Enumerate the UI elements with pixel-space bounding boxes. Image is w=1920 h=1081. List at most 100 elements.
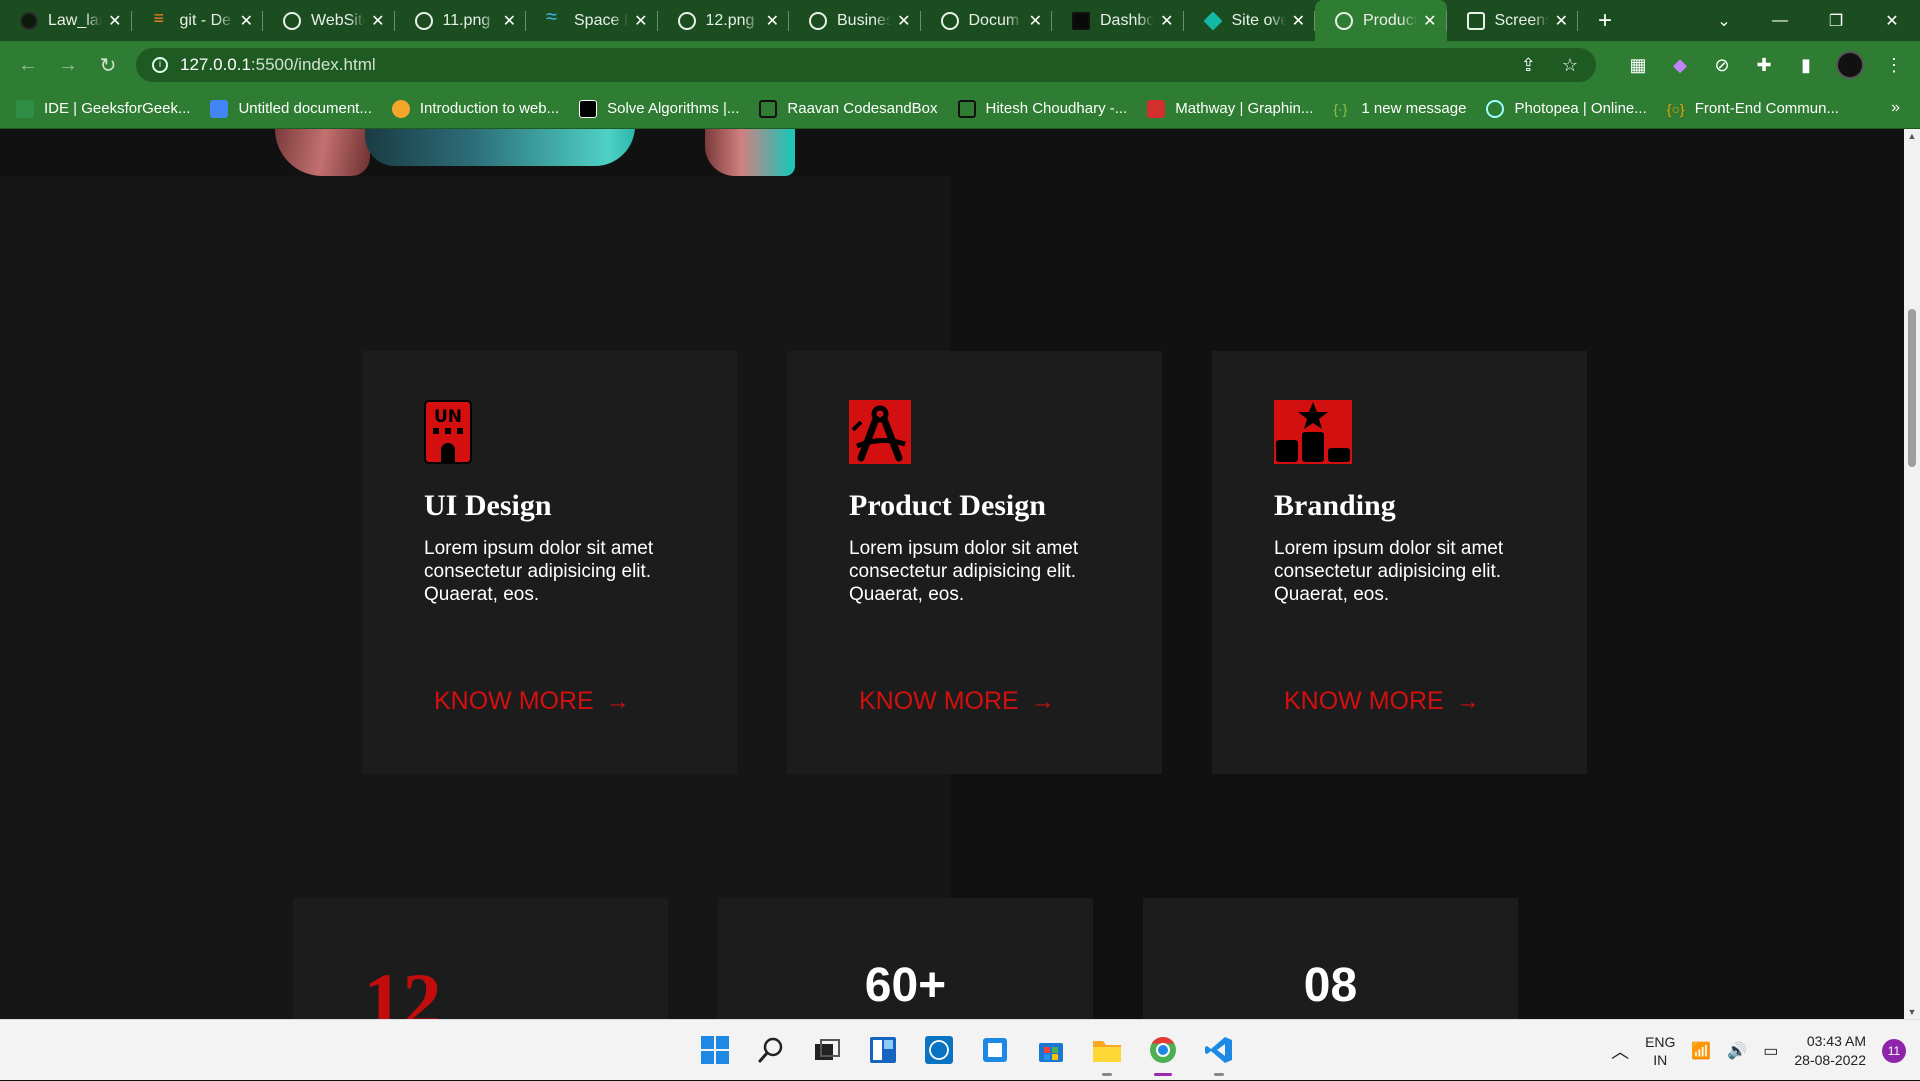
close-tab-icon[interactable]: ✕ bbox=[108, 11, 121, 31]
browser-tab[interactable]: git - De ✕ bbox=[132, 0, 264, 41]
puzzle-icon[interactable]: ✚ bbox=[1752, 55, 1776, 76]
search-icon[interactable] bbox=[751, 1030, 791, 1070]
widgets-icon[interactable] bbox=[863, 1030, 903, 1070]
hackerrank-icon bbox=[579, 99, 598, 118]
stat-card: 08 bbox=[1143, 898, 1518, 1019]
globe-icon bbox=[414, 11, 433, 30]
store-icon[interactable] bbox=[1031, 1030, 1071, 1070]
menu-icon[interactable]: ⋮ bbox=[1882, 55, 1906, 76]
globe-icon bbox=[940, 11, 959, 30]
windows-start-icon[interactable] bbox=[695, 1030, 735, 1070]
close-tab-icon[interactable]: ✕ bbox=[1423, 11, 1436, 31]
bookmark-item[interactable]: IDE | GeeksforGeek... bbox=[16, 99, 190, 118]
bookmark-item[interactable]: Photopea | Online... bbox=[1486, 99, 1647, 118]
bookmark-item[interactable]: {○} Front-End Commun... bbox=[1667, 100, 1839, 118]
browser-tab-active[interactable]: Product ✕ bbox=[1315, 0, 1447, 41]
close-tab-icon[interactable]: ✕ bbox=[766, 11, 779, 31]
browser-tab[interactable]: WebSite ✕ bbox=[263, 0, 395, 41]
bookmark-star-icon[interactable]: ☆ bbox=[1562, 55, 1578, 76]
new-tab-button[interactable]: + bbox=[1598, 0, 1612, 41]
restore-icon[interactable]: ❐ bbox=[1808, 11, 1864, 31]
stat-number: 12 bbox=[363, 957, 442, 1019]
back-icon[interactable]: ← bbox=[8, 54, 48, 77]
bookmark-item[interactable]: Raavan CodesandBox bbox=[759, 99, 938, 118]
close-window-icon[interactable]: ✕ bbox=[1864, 11, 1920, 31]
notification-badge[interactable]: 11 bbox=[1882, 1038, 1906, 1063]
browser-tab[interactable]: 12.png ✕ bbox=[658, 0, 790, 41]
page-scrollbar[interactable]: ▲ ▼ bbox=[1904, 129, 1920, 1019]
close-tab-icon[interactable]: ✕ bbox=[1292, 11, 1305, 31]
close-tab-icon[interactable]: ✕ bbox=[1160, 11, 1173, 31]
browser-tab[interactable]: Dashbo ✕ bbox=[1052, 0, 1184, 41]
scrollbar-thumb[interactable] bbox=[1908, 309, 1916, 467]
know-more-link[interactable]: KNOW MORE → bbox=[1284, 687, 1480, 716]
browser-tab[interactable]: Law_lan ✕ bbox=[0, 0, 132, 41]
bookmark-item[interactable]: Introduction to web... bbox=[391, 99, 559, 118]
profile-avatar[interactable] bbox=[1836, 51, 1864, 79]
mathway-icon bbox=[1147, 99, 1166, 118]
ui-design-icon: UN bbox=[424, 400, 472, 469]
dell-icon[interactable] bbox=[919, 1030, 959, 1070]
running-indicator bbox=[1154, 1073, 1172, 1076]
color-picker-extension-icon[interactable]: ◆ bbox=[1668, 55, 1692, 76]
netlify-icon bbox=[1202, 10, 1223, 31]
browser-tab-strip: Law_lan ✕ git - De ✕ WebSite ✕ 11.png ✕ Spac… bbox=[0, 0, 1920, 41]
battery-icon[interactable]: ▭ bbox=[1763, 1041, 1778, 1061]
close-tab-icon[interactable]: ✕ bbox=[897, 11, 910, 31]
close-tab-icon[interactable]: ✕ bbox=[634, 11, 647, 31]
scroll-down-icon[interactable]: ▼ bbox=[1904, 1007, 1920, 1017]
bookmark-item[interactable]: Untitled document... bbox=[210, 99, 372, 118]
notepad-icon[interactable] bbox=[975, 1030, 1015, 1070]
close-tab-icon[interactable]: ✕ bbox=[503, 11, 516, 31]
minimize-icon[interactable]: — bbox=[1752, 12, 1808, 30]
task-view-icon[interactable] bbox=[807, 1030, 847, 1070]
bookmark-item[interactable]: Mathway | Graphin... bbox=[1147, 99, 1313, 118]
browser-tab[interactable]: Screens ✕ bbox=[1447, 0, 1579, 41]
extension-icon[interactable]: ▦ bbox=[1626, 55, 1650, 76]
globe-icon bbox=[283, 11, 301, 30]
compass-extension-icon[interactable]: ⊘ bbox=[1710, 55, 1734, 76]
tab-search-icon[interactable]: ⌄ bbox=[1696, 11, 1752, 31]
browser-tab[interactable]: Site ove ✕ bbox=[1184, 0, 1316, 41]
close-tab-icon[interactable]: ✕ bbox=[1555, 11, 1568, 31]
bookmark-item[interactable]: Hitesh Choudhary -... bbox=[957, 99, 1127, 118]
know-more-link[interactable]: KNOW MORE → bbox=[859, 687, 1055, 716]
clock[interactable]: 03:43 AM 28-08-2022 bbox=[1794, 1032, 1866, 1070]
browser-tab[interactable]: Space B ✕ bbox=[526, 0, 658, 41]
bookmark-item[interactable]: {·} 1 new message bbox=[1333, 100, 1466, 118]
know-more-label: KNOW MORE bbox=[1284, 687, 1444, 715]
close-tab-icon[interactable]: ✕ bbox=[240, 11, 253, 31]
site-info-icon[interactable]: i bbox=[152, 57, 168, 73]
docs-icon bbox=[210, 99, 229, 118]
reload-icon[interactable]: ↻ bbox=[88, 53, 128, 78]
chrome-icon[interactable] bbox=[1143, 1030, 1183, 1076]
codesandbox-icon bbox=[957, 99, 976, 118]
language-indicator[interactable]: ENG IN bbox=[1645, 1033, 1675, 1069]
browser-tab[interactable]: 11.png ✕ bbox=[395, 0, 527, 41]
volume-icon[interactable]: 🔊 bbox=[1727, 1041, 1747, 1061]
close-tab-icon[interactable]: ✕ bbox=[371, 11, 384, 31]
running-indicator bbox=[1102, 1073, 1112, 1076]
tab-title: 12.png bbox=[705, 11, 755, 29]
side-panel-icon[interactable]: ▮ bbox=[1794, 55, 1818, 76]
scroll-up-icon[interactable]: ▲ bbox=[1904, 131, 1920, 141]
know-more-link[interactable]: KNOW MORE → bbox=[434, 687, 630, 716]
file-explorer-icon[interactable] bbox=[1087, 1030, 1127, 1076]
forward-icon[interactable]: → bbox=[48, 54, 88, 77]
stat-card: 12 bbox=[293, 898, 668, 1019]
globe-icon bbox=[1335, 11, 1353, 30]
tab-title: Law_lan bbox=[48, 11, 103, 29]
share-icon[interactable]: ⇪ bbox=[1521, 55, 1536, 76]
address-bar[interactable]: i 127.0.0.1:5500/index.html ⇪ ☆ bbox=[136, 48, 1596, 82]
browser-tab[interactable]: Docum ✕ bbox=[921, 0, 1053, 41]
vscode-icon[interactable] bbox=[1199, 1030, 1239, 1076]
wifi-icon[interactable]: 📶 bbox=[1691, 1041, 1711, 1061]
show-hidden-icons[interactable]: ︿ bbox=[1611, 1038, 1629, 1064]
bookmark-item[interactable]: Solve Algorithms |... bbox=[579, 99, 739, 118]
tailwind-icon bbox=[546, 6, 564, 30]
close-tab-icon[interactable]: ✕ bbox=[1029, 11, 1042, 31]
tab-title: Space B bbox=[574, 11, 628, 29]
more-bookmarks-button[interactable]: » bbox=[1891, 99, 1900, 117]
window-controls: ⌄ — ❐ ✕ bbox=[1696, 0, 1920, 41]
browser-tab[interactable]: Busines ✕ bbox=[789, 0, 921, 41]
